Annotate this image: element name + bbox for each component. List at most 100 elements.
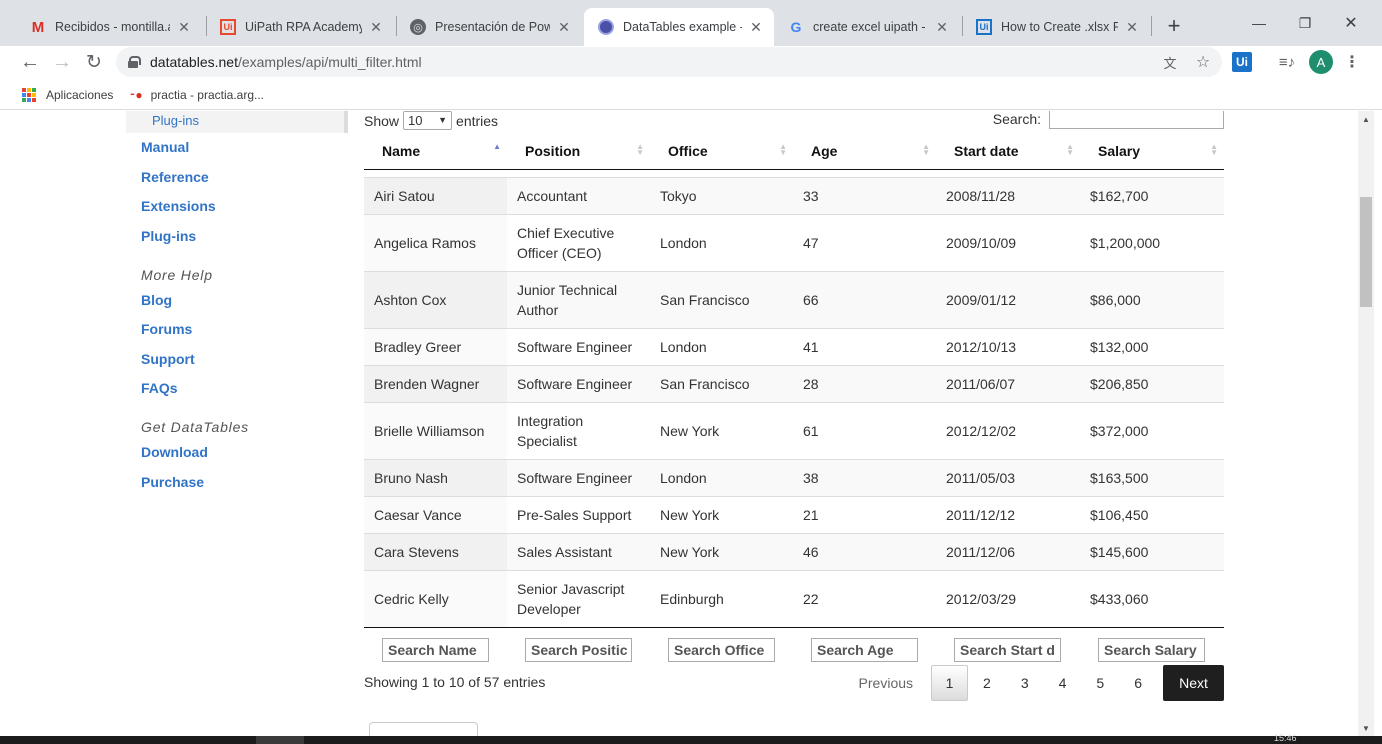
datatable-controls: Show 10 ▼ entries Search: (364, 111, 1224, 133)
column-header-start-date[interactable]: Start date ▲ ▼ (936, 133, 1080, 170)
pagination-previous[interactable]: Previous (859, 665, 931, 701)
minimize-button[interactable]: — (1236, 8, 1282, 38)
cell-position: Chief Executive Officer (CEO) (507, 213, 650, 271)
search-input[interactable] (1049, 111, 1224, 129)
tab-google-search[interactable]: G create excel uipath - Bu ✕ (774, 8, 960, 46)
pagination-page-4[interactable]: 4 (1044, 665, 1082, 701)
cell-start-date: 2008/11/28 (936, 176, 1080, 214)
pagination-page-6[interactable]: 6 (1119, 665, 1157, 701)
table-row[interactable]: Brielle Williamson Integration Specialist… (364, 401, 1224, 459)
avatar[interactable]: A (1309, 50, 1333, 74)
sidebar-link-extensions[interactable]: Extensions (141, 198, 216, 214)
cell-office: Edinburgh (650, 569, 793, 627)
sidebar-link-reference[interactable]: Reference (141, 169, 209, 185)
search-salary-input[interactable]: Search Salary (1098, 638, 1205, 663)
pagination-page-2[interactable]: 2 (968, 665, 1006, 701)
pagination-page-3[interactable]: 3 (1006, 665, 1044, 701)
sidebar-link-manual[interactable]: Manual (141, 139, 189, 155)
table-row[interactable]: Brenden Wagner Software Engineer San Franc… (364, 364, 1224, 402)
tab-how-to-create[interactable]: Ui How to Create .xlsx File ✕ (962, 8, 1150, 46)
length-select[interactable]: 10 ▼ (403, 111, 453, 130)
forward-button[interactable]: → (48, 48, 76, 76)
search-age-input[interactable]: Search Age (811, 638, 918, 663)
tab-gmail[interactable]: M Recibidos - montilla.ang ✕ (16, 8, 202, 46)
column-header-salary[interactable]: Salary ▲ ▼ (1080, 133, 1224, 170)
sidebar-link-plugins[interactable]: Plug-ins (141, 228, 196, 244)
close-icon[interactable]: ✕ (748, 19, 764, 35)
sidebar-link-faqs[interactable]: FAQs (141, 380, 178, 396)
length-control: Show 10 ▼ entries (364, 111, 498, 130)
tab-presentacion[interactable]: ◎ Presentación de PowerP ✕ (396, 8, 582, 46)
tab-title: DataTables example - In (623, 20, 742, 34)
sidebar-link-blog[interactable]: Blog (141, 292, 172, 308)
tab-uipath-academy[interactable]: Ui UiPath RPA Academy ✕ (206, 8, 394, 46)
menu-kebab-icon[interactable]: ⋮ (1341, 51, 1363, 73)
close-icon[interactable]: ✕ (368, 19, 384, 35)
cell-position: Integration Specialist (507, 401, 650, 459)
sidebar-link-forums[interactable]: Forums (141, 321, 192, 337)
close-icon[interactable]: ✕ (176, 19, 192, 35)
table-row[interactable]: Bradley Greer Software Engineer London 41 20… (364, 327, 1224, 365)
table-row[interactable]: Ashton Cox Junior Technical Author San Fra… (364, 270, 1224, 328)
cell-name: Bradley Greer (364, 327, 507, 365)
search-office-input[interactable]: Search Office (668, 638, 775, 663)
search-position-input[interactable]: Search Positic (525, 638, 632, 663)
column-label: Position (525, 142, 581, 159)
back-button[interactable]: ← (16, 48, 44, 76)
close-window-button[interactable]: ✕ (1328, 8, 1374, 38)
table-row[interactable]: Cedric Kelly Senior Javascript Developer E… (364, 569, 1224, 627)
table-row[interactable]: Caesar Vance Pre-Sales Support New York 21 2… (364, 495, 1224, 533)
length-suffix: entries (456, 112, 499, 129)
column-label: Start date (954, 142, 1019, 159)
translate-icon[interactable]: 文 (1160, 52, 1180, 72)
close-icon[interactable]: ✕ (556, 19, 572, 35)
close-icon[interactable]: ✕ (934, 19, 950, 35)
sidebar: Plug-ins Manual Reference Extensions Plu… (126, 111, 348, 731)
taskbar-item[interactable] (256, 736, 304, 744)
url-text[interactable]: datatables.net/examples/api/multi_filter… (150, 54, 422, 70)
column-header-office[interactable]: Office ▲ ▼ (650, 133, 793, 170)
sidebar-subitem-plugins[interactable]: Plug-ins (126, 111, 348, 133)
cell-salary: $372,000 (1080, 401, 1224, 459)
uipath-icon: Ui (220, 19, 236, 35)
cell-office: San Francisco (650, 364, 793, 402)
vertical-scrollbar[interactable]: ▲ ▼ (1358, 111, 1374, 736)
table-row[interactable]: Angelica Ramos Chief Executive Officer (C… (364, 213, 1224, 271)
cell-office: London (650, 458, 793, 496)
table-row[interactable]: Cara Stevens Sales Assistant New York 46 201… (364, 532, 1224, 570)
column-header-age[interactable]: Age ▲ ▼ (793, 133, 936, 170)
bookmark-star-icon[interactable]: ☆ (1193, 52, 1213, 72)
pagination-next[interactable]: Next (1163, 665, 1224, 701)
new-tab-button[interactable]: + (1160, 12, 1188, 40)
sidebar-link-support[interactable]: Support (141, 351, 195, 367)
scroll-up-icon[interactable]: ▲ (1358, 111, 1374, 127)
tab-strip: M Recibidos - montilla.ang ✕ Ui UiPath R… (0, 0, 1382, 46)
uipath-icon: Ui (976, 19, 992, 35)
close-icon[interactable]: ✕ (1124, 19, 1140, 35)
address-bar[interactable]: datatables.net/examples/api/multi_filter… (116, 47, 1222, 77)
table-row[interactable]: Airi Satou Accountant Tokyo 33 2008/11/28 $16… (364, 176, 1224, 214)
sidebar-link-purchase[interactable]: Purchase (141, 474, 204, 490)
media-queue-icon[interactable]: ≡♪ (1276, 51, 1298, 73)
search-name-input[interactable]: Search Name (382, 638, 489, 663)
sidebar-link-download[interactable]: Download (141, 444, 208, 460)
table-row[interactable]: Bruno Nash Software Engineer London 38 2011/… (364, 458, 1224, 496)
tab-datatables[interactable]: DataTables example - In ✕ (584, 8, 774, 46)
pagination-page-5[interactable]: 5 (1081, 665, 1119, 701)
column-label: Age (811, 142, 838, 159)
column-header-position[interactable]: Position ▲ ▼ (507, 133, 650, 170)
column-header-name[interactable]: Name ▲▼ (364, 133, 507, 170)
bookmark-apps[interactable]: Aplicaciones (22, 87, 113, 102)
cell-salary: $433,060 (1080, 569, 1224, 627)
url-path: /examples/api/multi_filter.html (237, 54, 422, 70)
scrollbar-thumb[interactable] (1360, 197, 1372, 307)
pagination-page-1[interactable]: 1 (931, 665, 969, 701)
reload-button[interactable]: ↻ (80, 48, 108, 76)
bookmark-practia[interactable]: ⁃● practia - practia.arg... (129, 88, 264, 102)
uipath-extension-icon[interactable]: Ui (1232, 52, 1252, 72)
search-start-date-input[interactable]: Search Start d (954, 638, 1061, 663)
restore-button[interactable]: ❐ (1282, 8, 1328, 38)
tab-title: How to Create .xlsx File (1001, 20, 1118, 34)
scroll-down-icon[interactable]: ▼ (1358, 720, 1374, 736)
globe-icon: ◎ (410, 19, 426, 35)
